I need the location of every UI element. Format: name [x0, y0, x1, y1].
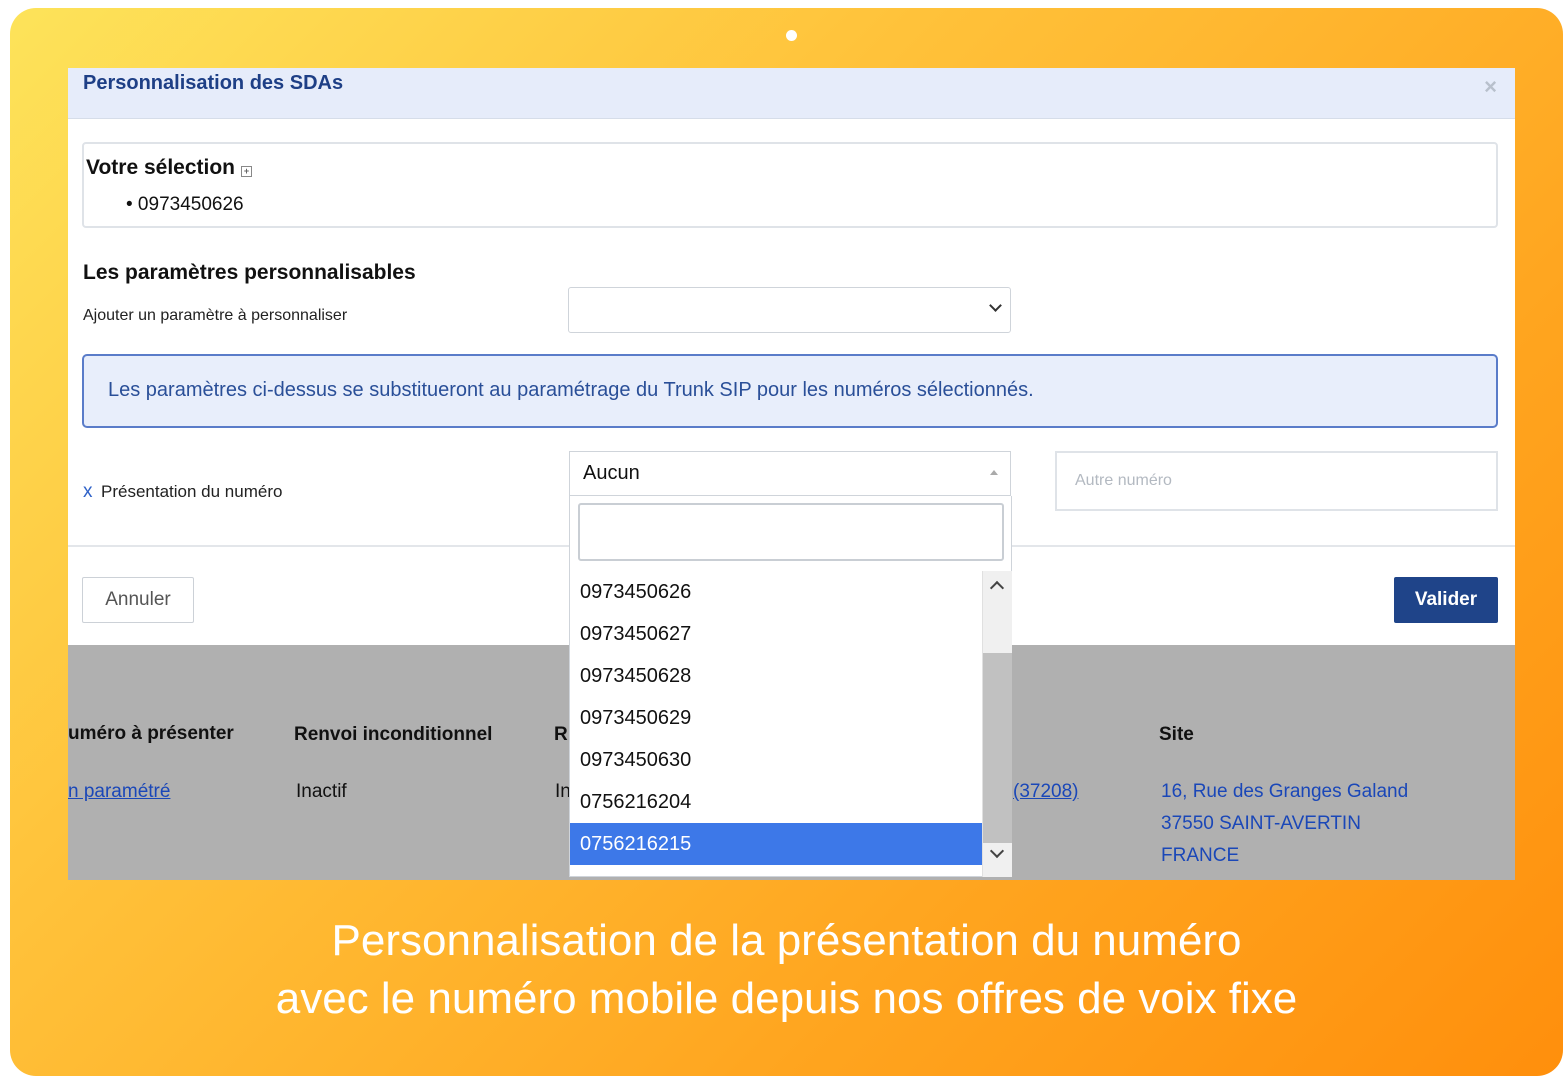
validate-button[interactable]: Valider [1394, 577, 1498, 623]
selection-box: Votre sélection + • 0973450626 [82, 142, 1498, 228]
modal-title: Personnalisation des SDAs [83, 72, 344, 94]
table-header-number: uméro à présenter [68, 723, 234, 744]
caret-up-icon [990, 470, 998, 475]
scroll-down-icon[interactable] [989, 843, 1005, 859]
chevron-down-icon [989, 299, 1002, 312]
scrollbar-thumb[interactable] [983, 653, 1012, 843]
dropdown-option-selected[interactable]: 0756216215 [570, 823, 982, 865]
selection-item: • 0973450626 [126, 194, 244, 215]
caption-line1: Personnalisation de la présentation du n… [331, 916, 1242, 965]
add-param-label: Ajouter un paramètre à personnaliser [83, 307, 348, 324]
dropdown-option[interactable]: 0973450626 [570, 571, 982, 613]
modal-header: Personnalisation des SDAs × [68, 68, 1515, 119]
selection-title: Votre sélection + [86, 156, 252, 180]
site-address-line3: FRANCE [1161, 845, 1240, 866]
presentation-label: Présentation du numéro [101, 482, 283, 501]
selection-title-text: Votre sélection [86, 156, 235, 179]
scroll-up-icon[interactable] [989, 580, 1005, 596]
info-box: Les paramètres ci-dessus se substitueron… [82, 354, 1498, 428]
site-address-line2: 37550 SAINT-AVERTIN [1161, 813, 1361, 834]
presentation-select[interactable]: Aucun [569, 451, 1011, 496]
site-address-line1: 16, Rue des Granges Galand [1161, 781, 1409, 802]
device-frame: Personnalisation des SDAs × Votre sélect… [10, 8, 1563, 1076]
table-cell-number[interactable]: n paramétré [68, 781, 170, 803]
dropdown-option[interactable]: 0973450629 [570, 697, 982, 739]
remove-param-icon[interactable]: x [83, 481, 93, 503]
screen: Personnalisation des SDAs × Votre sélect… [68, 68, 1515, 880]
presentation-select-value: Aucun [583, 462, 640, 484]
dropdown-option[interactable]: 0756216204 [570, 781, 982, 823]
cancel-button[interactable]: Annuler [82, 577, 194, 623]
dropdown-search-input[interactable] [578, 503, 1004, 561]
camera-dot [786, 30, 797, 41]
table-header-forward: Renvoi inconditionnel [294, 724, 493, 745]
dropdown-option[interactable]: 0973450627 [570, 613, 982, 655]
table-cell-forward: Inactif [296, 781, 347, 802]
caption-line2: avec le numéro mobile depuis nos offres … [275, 974, 1298, 1023]
table-header-site: Site [1159, 724, 1194, 745]
params-title: Les paramètres personnalisables [83, 261, 416, 284]
presentation-dropdown: 0973450626 0973450627 0973450628 0973450… [569, 496, 1012, 877]
close-icon[interactable]: × [1484, 74, 1497, 100]
table-header-partial: R [554, 724, 568, 745]
info-text: Les paramètres ci-dessus se substitueron… [108, 379, 1034, 401]
dropdown-scrollbar[interactable] [982, 571, 1012, 877]
dropdown-options: 0973450626 0973450627 0973450628 0973450… [570, 571, 982, 877]
dropdown-option[interactable]: 0973450630 [570, 739, 982, 781]
table-cell-code[interactable]: (37208) [1013, 781, 1079, 803]
dropdown-option[interactable]: 0973450628 [570, 655, 982, 697]
add-param-select[interactable] [568, 287, 1011, 333]
caption: Personnalisation de la présentation du n… [10, 912, 1563, 1028]
plus-square-icon[interactable]: + [241, 166, 252, 177]
other-number-input[interactable] [1055, 451, 1498, 511]
